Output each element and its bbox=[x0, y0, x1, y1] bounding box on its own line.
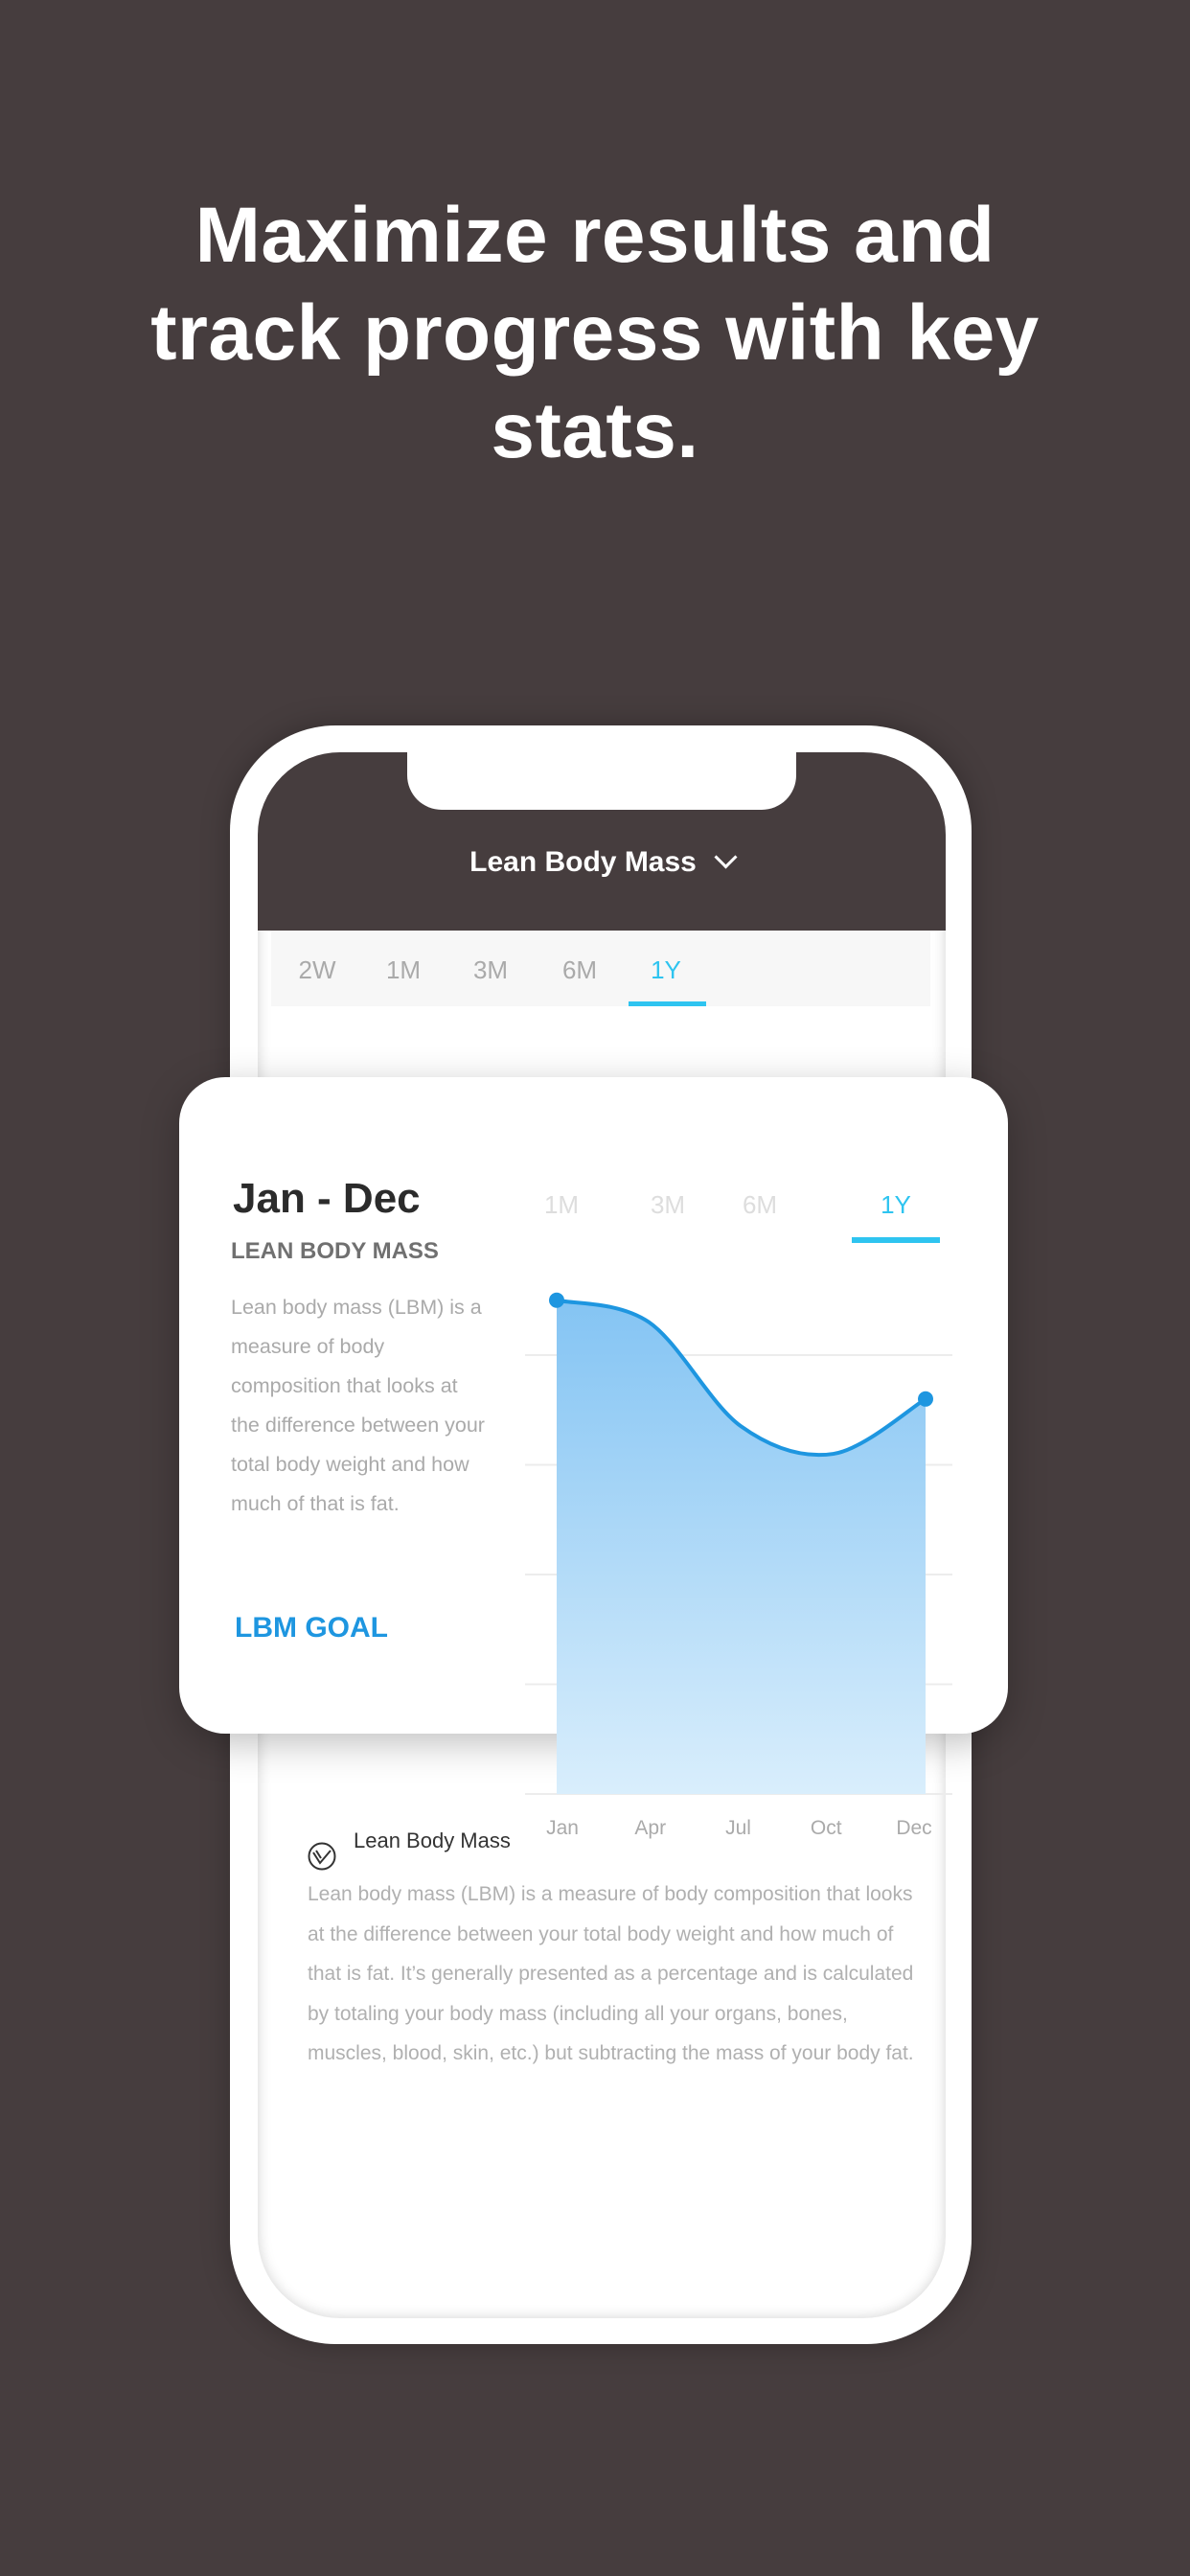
stats-card: Jan - Dec 1M 3M 6M 1Y LEAN BODY MASS Lea… bbox=[179, 1077, 1008, 1839]
x-tick-label: Jul bbox=[725, 1817, 751, 1839]
phone-notch bbox=[407, 752, 796, 810]
tab-6m[interactable]: 6M bbox=[562, 955, 597, 985]
x-tick-label: Oct bbox=[811, 1817, 842, 1839]
active-tab-indicator bbox=[629, 1001, 706, 1006]
chart-area bbox=[557, 1300, 926, 1794]
range-tabs: 2W 1M 3M 6M 1Y bbox=[271, 931, 930, 1006]
metric-selector[interactable]: Lean Body Mass bbox=[258, 845, 946, 879]
headline: Maximize results and track progress with… bbox=[150, 192, 1040, 474]
x-tick-label: Jan bbox=[546, 1817, 579, 1839]
data-point-dec bbox=[918, 1391, 933, 1407]
tab-2w[interactable]: 2W bbox=[299, 955, 336, 985]
app-header: Lean Body Mass bbox=[258, 752, 946, 931]
info-body: Lean body mass (LBM) is a measure of bod… bbox=[308, 1883, 914, 2064]
lean-body-mass-icon bbox=[308, 1842, 336, 1871]
x-tick-label: Apr bbox=[634, 1817, 666, 1839]
tab-1y[interactable]: 1Y bbox=[651, 955, 681, 985]
info-title: Lean Body Mass bbox=[354, 1828, 511, 1852]
tab-1m[interactable]: 1M bbox=[386, 955, 421, 985]
tab-3m[interactable]: 3M bbox=[473, 955, 508, 985]
chevron-down-icon bbox=[714, 845, 738, 869]
lbm-chart: Jan Apr Jul Oct Dec bbox=[525, 1292, 952, 1839]
metric-title: Lean Body Mass bbox=[469, 846, 697, 878]
x-tick-label: Dec bbox=[896, 1817, 931, 1839]
data-point-jan bbox=[549, 1292, 564, 1308]
